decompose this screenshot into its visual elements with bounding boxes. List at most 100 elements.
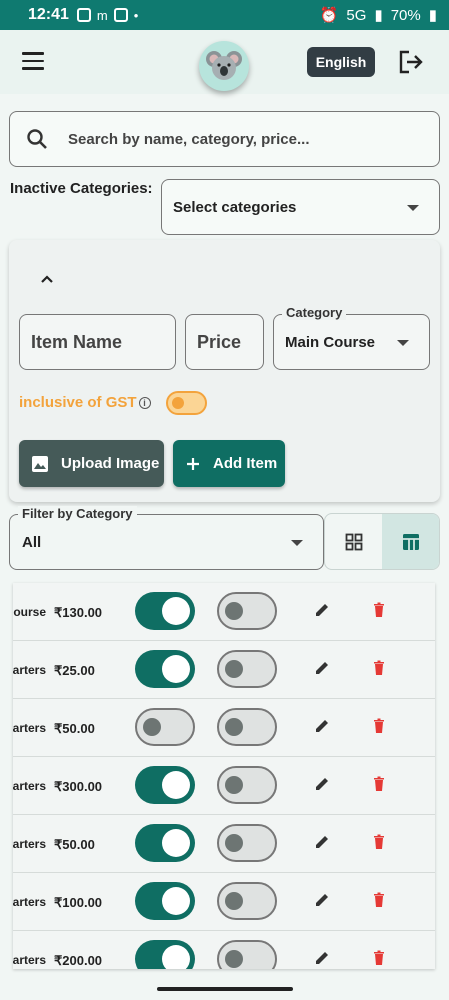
category-select[interactable]: Category Main Course (273, 305, 430, 370)
price-field[interactable]: Price (185, 314, 264, 370)
filter-category-select[interactable]: Filter by Category All (9, 506, 324, 570)
availability-toggle[interactable] (135, 708, 195, 746)
inactive-categories-label: Inactive Categories: (10, 180, 153, 197)
gst-label-text: inclusive of GST (19, 394, 137, 411)
alarm-icon: ⏰ (319, 7, 339, 24)
secondary-toggle[interactable] (217, 766, 277, 804)
dropdown-arrow-icon (291, 540, 303, 546)
network-label: 5G (346, 6, 367, 24)
logout-icon[interactable] (398, 49, 424, 75)
edit-icon[interactable] (313, 775, 331, 793)
hamburger-menu-icon[interactable] (22, 52, 44, 70)
delete-icon[interactable] (370, 717, 388, 735)
row-price: ₹25.00 (54, 663, 95, 678)
price-placeholder: Price (197, 331, 242, 352)
availability-toggle[interactable] (135, 824, 195, 862)
grid-view-icon[interactable] (325, 514, 382, 569)
view-toggle (324, 513, 440, 570)
availability-toggle[interactable] (135, 940, 195, 969)
row-category: Main Course (13, 605, 46, 619)
delete-icon[interactable] (370, 949, 388, 967)
row-category: Starters (13, 663, 46, 677)
filter-label: Filter by Category (18, 506, 137, 521)
row-price: ₹50.00 (54, 721, 95, 736)
availability-toggle[interactable] (135, 650, 195, 688)
row-price: ₹130.00 (54, 605, 103, 620)
item-name-placeholder: Item Name (31, 331, 123, 352)
row-price: ₹300.00 (54, 779, 103, 794)
doc-notification-icon (113, 8, 128, 22)
edit-icon[interactable] (313, 949, 331, 967)
delete-icon[interactable] (370, 601, 388, 619)
gst-toggle[interactable] (166, 391, 207, 415)
status-bar: 12:41 m • ⏰ 5G ▮ 70% ▮ (0, 0, 449, 30)
image-icon (32, 455, 48, 472)
gmail-notification-icon: m (96, 7, 108, 23)
status-time: 12:41 (28, 6, 69, 23)
chevron-up-icon[interactable] (39, 271, 55, 287)
plus-icon (187, 457, 199, 470)
battery-label: 70% (390, 6, 421, 24)
notification-icons: m • (76, 7, 139, 23)
edit-icon[interactable] (313, 717, 331, 735)
availability-toggle[interactable] (135, 766, 195, 804)
table-row: Starters ₹50.00 (13, 815, 435, 873)
gst-label: inclusive of GST i (19, 394, 151, 411)
secondary-toggle[interactable] (217, 940, 277, 969)
secondary-toggle[interactable] (217, 650, 277, 688)
delete-icon[interactable] (370, 891, 388, 909)
row-category: Starters (13, 953, 46, 967)
edit-icon[interactable] (313, 601, 331, 619)
upload-image-button[interactable]: Upload Image (19, 440, 164, 487)
row-category: Starters (13, 837, 46, 851)
dropdown-arrow-icon (407, 205, 419, 211)
table-row: Main Course ₹130.00 (13, 583, 435, 641)
dropdown-arrow-icon (397, 340, 409, 346)
edit-icon[interactable] (313, 891, 331, 909)
table-row: Starters ₹300.00 (13, 757, 435, 815)
secondary-toggle[interactable] (217, 882, 277, 920)
add-item-card: Item Name Price Category Main Course inc… (9, 240, 440, 502)
table-view-icon[interactable] (382, 514, 439, 569)
availability-toggle[interactable] (135, 592, 195, 630)
search-input[interactable] (68, 130, 398, 148)
add-item-button[interactable]: Add Item (173, 440, 285, 487)
gesture-nav-bar[interactable] (157, 987, 293, 991)
delete-icon[interactable] (370, 833, 388, 851)
gst-toggle-knob (172, 397, 184, 409)
item-name-field[interactable]: Item Name (19, 314, 176, 370)
edit-icon[interactable] (313, 833, 331, 851)
app-notification-icon (76, 8, 91, 22)
row-price: ₹200.00 (54, 953, 103, 968)
language-button[interactable]: English (307, 47, 375, 77)
availability-toggle[interactable] (135, 882, 195, 920)
delete-icon[interactable] (370, 659, 388, 677)
category-label: Category (282, 305, 347, 320)
table-row: Starters ₹200.00 (13, 931, 435, 969)
row-category: Starters (13, 721, 46, 735)
inactive-categories-select[interactable]: Select categories (161, 179, 440, 235)
battery-icon: ▮ (428, 7, 437, 24)
search-box[interactable] (9, 111, 440, 167)
signal-icon: ▮ (374, 7, 383, 24)
table-row: Starters ₹100.00 (13, 873, 435, 931)
category-value: Main Course (285, 333, 376, 351)
table-row: Starters ₹25.00 (13, 641, 435, 699)
row-price: ₹50.00 (54, 837, 95, 852)
koala-icon (206, 51, 242, 80)
select-categories-placeholder: Select categories (173, 198, 297, 216)
edit-icon[interactable] (313, 659, 331, 677)
row-category: Starters (13, 779, 46, 793)
secondary-toggle[interactable] (217, 824, 277, 862)
secondary-toggle[interactable] (217, 592, 277, 630)
delete-icon[interactable] (370, 775, 388, 793)
row-price: ₹100.00 (54, 895, 103, 910)
dot-icon: • (133, 7, 139, 23)
table-row: Starters ₹50.00 (13, 699, 435, 757)
info-icon[interactable]: i (138, 397, 151, 410)
search-icon (27, 129, 47, 149)
koala-avatar (199, 41, 249, 91)
secondary-toggle[interactable] (217, 708, 277, 746)
app-bar: English (0, 30, 449, 94)
row-category: Starters (13, 895, 46, 909)
